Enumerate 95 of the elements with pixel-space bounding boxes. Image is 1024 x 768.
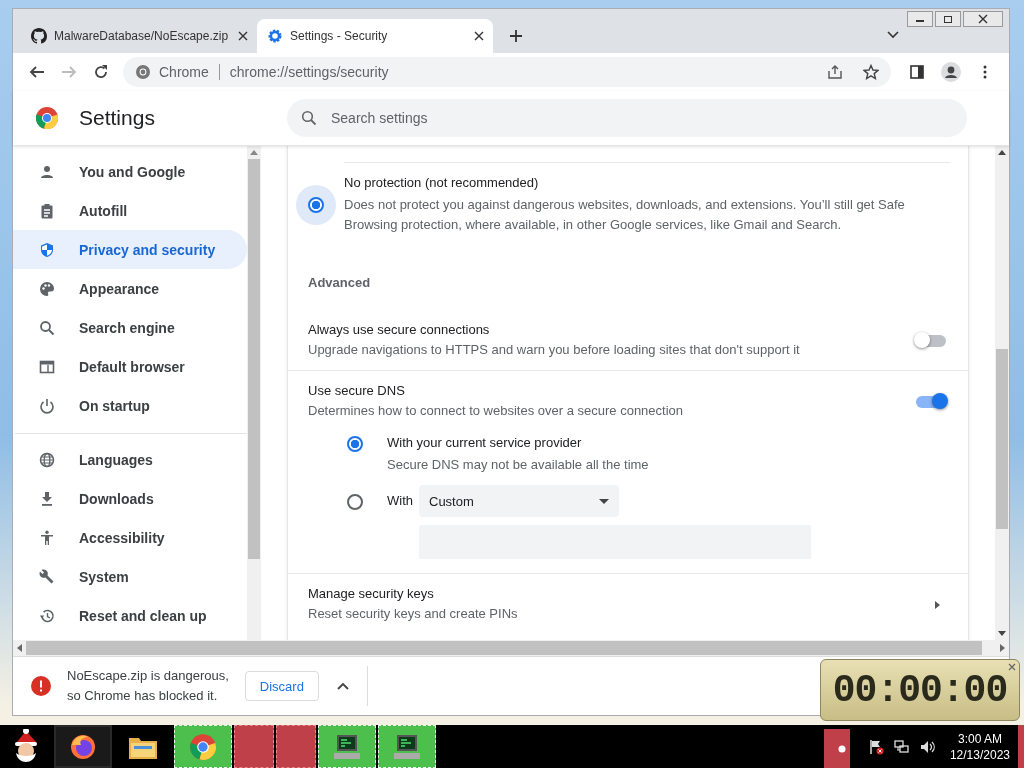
radio-button[interactable] (347, 494, 363, 510)
minimize-button[interactable] (907, 11, 933, 27)
tray-icon[interactable] (823, 729, 850, 768)
option-title: No protection (not recommended) (344, 175, 540, 191)
browser-window-icon (39, 358, 55, 375)
option-description: Secure DNS may not be available all the time (387, 456, 649, 474)
scroll-right-arrow-icon[interactable] (1000, 644, 1005, 652)
side-panel-icon[interactable] (909, 64, 925, 80)
setting-description: Upgrade navigations to HTTPS and warn you before loading sites that don't support it (308, 341, 801, 359)
clock-date[interactable]: 12/13/2023 (949, 746, 1010, 763)
section-heading: Advanced (307, 274, 372, 292)
close-icon (978, 14, 988, 24)
computer-taskbar-button[interactable] (318, 725, 376, 768)
network-icon[interactable] (893, 738, 910, 755)
shield-icon (39, 241, 55, 258)
address-bar[interactable]: Chrome chrome://settings/security (123, 57, 891, 87)
sidebar-item[interactable]: Languages (13, 440, 247, 479)
close-tab-icon[interactable] (474, 31, 484, 41)
sidebar-item[interactable]: Search engine (13, 308, 247, 347)
settings-icon (267, 28, 283, 44)
restore-button[interactable] (935, 11, 961, 27)
setting-title: Always use secure connections (308, 322, 491, 338)
dropdown-arrow-icon (599, 498, 609, 504)
sidebar-item[interactable]: Default browser (13, 347, 247, 386)
horizontal-scrollbar[interactable] (13, 640, 1009, 656)
sidebar-scrollbar[interactable] (247, 146, 261, 640)
chrome-logo-icon (35, 106, 59, 130)
computer-icon (332, 732, 362, 761)
globe-icon (39, 451, 55, 468)
sidebar-item[interactable]: You and Google (13, 152, 247, 191)
radio-button[interactable] (308, 197, 324, 213)
option-description: Does not protect you against dangerous websites, downloads, and extensions. You’ll still get Safe Browsing protection, where available, in other Google services, like Gmail and Search. (344, 196, 906, 234)
computer-taskbar-button[interactable] (378, 725, 436, 768)
history-icon (39, 607, 55, 624)
sidebar-item[interactable]: On startup (13, 386, 247, 425)
wrench-icon (39, 568, 55, 585)
search-field[interactable]: Search settings (287, 99, 967, 137)
setting-description: Reset security keys and create PINs (308, 605, 519, 623)
firefox-taskbar-button[interactable] (54, 725, 112, 768)
scroll-up-arrow-icon[interactable] (998, 150, 1006, 155)
flag-icon[interactable] (867, 738, 884, 755)
person-icon (39, 163, 55, 180)
browser-tab[interactable]: MalwareDatabase/NoEscape.zip (21, 19, 257, 53)
radio-button[interactable] (347, 436, 363, 452)
sidebar-item[interactable]: Reset and clean up (13, 596, 247, 635)
bookmark-star-icon[interactable] (863, 64, 879, 80)
sidebar-item[interactable]: Accessibility (13, 518, 247, 557)
back-icon[interactable] (29, 64, 45, 80)
palette-icon (39, 280, 55, 297)
caret-icon[interactable] (935, 601, 940, 609)
firefox-icon (69, 732, 97, 761)
timer-display: 00:00:00 (832, 668, 1008, 712)
clipboard-icon (39, 202, 55, 219)
toggle-switch[interactable] (916, 335, 946, 347)
profile-icon[interactable] (941, 62, 961, 82)
sidebar-item[interactable]: Autofill (13, 191, 247, 230)
scroll-left-arrow-icon[interactable] (17, 644, 22, 652)
download-icon (39, 490, 55, 507)
option-title: With your current service provider (387, 435, 583, 451)
share-icon[interactable] (827, 64, 843, 80)
chrome-icon (189, 732, 217, 761)
chrome-icon (135, 64, 151, 80)
close-button[interactable] (963, 11, 1003, 27)
dns-provider-dropdown[interactable]: Custom (419, 485, 619, 517)
download-warning: NoEscape.zip is dangerous, so Chrome has blocked it. (67, 667, 229, 705)
option-label: With (387, 493, 413, 509)
sidebar-item[interactable]: Appearance (13, 269, 247, 308)
browser-tab[interactable]: Settings - Security (257, 19, 493, 53)
page-scrollbar[interactable] (995, 146, 1009, 640)
new-tab-icon[interactable] (509, 29, 523, 43)
scroll-down-arrow-icon[interactable] (998, 631, 1006, 636)
chrome-taskbar-button[interactable] (174, 725, 232, 768)
close-icon[interactable] (1008, 663, 1016, 671)
reload-icon[interactable] (93, 64, 109, 80)
setting-description: Determines how to connect to websites over a secure connection (308, 402, 685, 420)
setting-title: Manage security keys (308, 586, 435, 602)
sidebar-item[interactable]: Privacy and security (13, 230, 247, 269)
accessibility-icon (39, 529, 55, 546)
error-icon (31, 676, 51, 696)
tab-search-icon[interactable] (887, 31, 899, 39)
close-tab-icon[interactable] (238, 31, 248, 41)
search-icon (301, 110, 317, 126)
github-icon (31, 28, 47, 44)
chevron-up-icon[interactable] (336, 682, 349, 690)
sidebar-item[interactable]: Downloads (13, 479, 247, 518)
computer-icon (392, 732, 422, 761)
discard-button[interactable]: Discard (244, 671, 319, 701)
restore-icon (943, 14, 953, 24)
power-icon (39, 397, 55, 414)
page-title: Settings (79, 106, 156, 130)
search-icon (39, 319, 55, 336)
setting-title: Use secure DNS (308, 383, 406, 399)
sidebar-item[interactable]: System (13, 557, 247, 596)
toggle-switch[interactable] (916, 396, 946, 408)
clock-time[interactable]: 3:00 AM (957, 730, 1002, 747)
